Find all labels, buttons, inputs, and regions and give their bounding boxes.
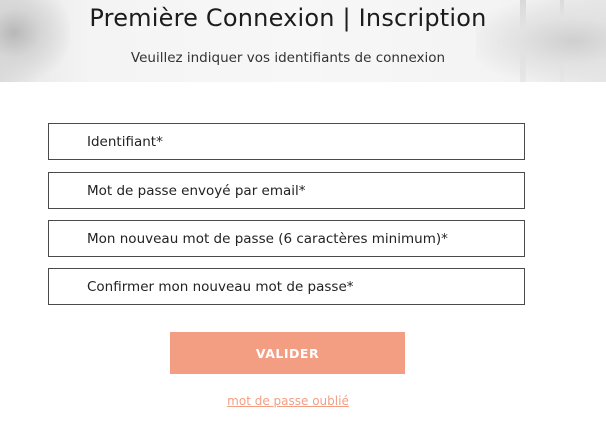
- forgot-password-link[interactable]: mot de passe oublié: [0, 394, 576, 408]
- new-password-field[interactable]: [48, 220, 525, 257]
- confirm-new-password-field[interactable]: [48, 268, 525, 305]
- page-title: Première Connexion | Inscription: [89, 4, 487, 32]
- submit-button[interactable]: VALIDER: [170, 332, 405, 374]
- page-subtitle: Veuillez indiquer vos identifiants de co…: [130, 50, 446, 66]
- header-banner: Première Connexion | Inscription Veuille…: [0, 0, 606, 82]
- username-field[interactable]: [48, 123, 525, 160]
- emailed-password-field[interactable]: [48, 172, 525, 209]
